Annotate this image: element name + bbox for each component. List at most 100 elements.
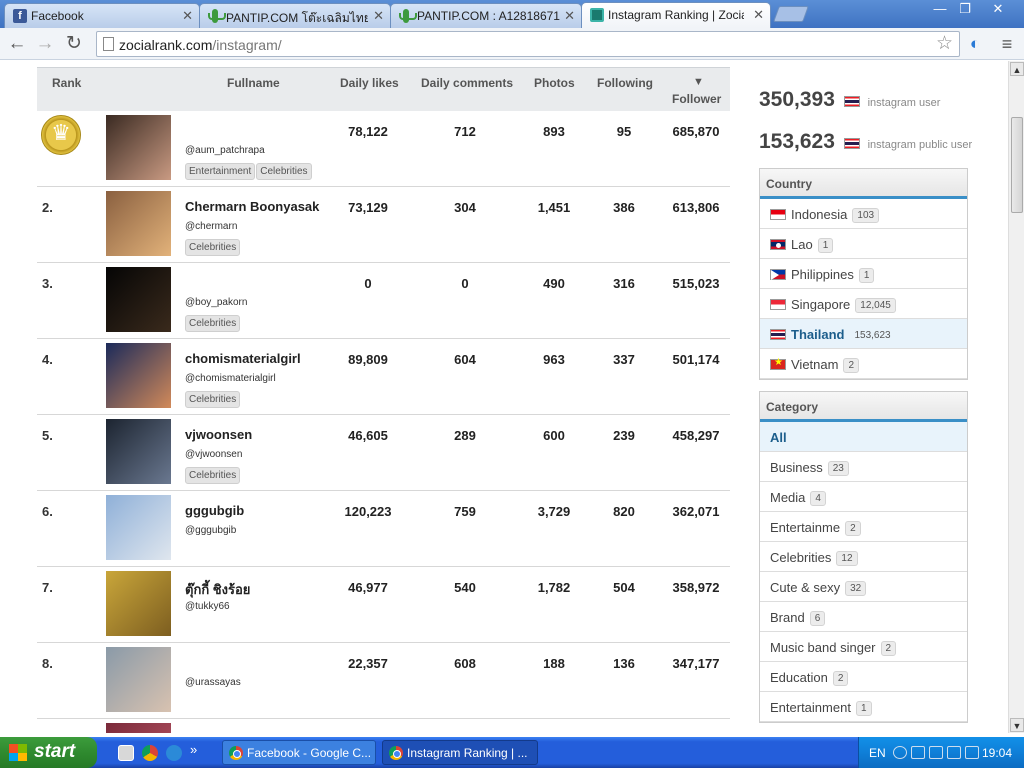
table-row[interactable]: 4. chomismaterialgirl @chomismaterialgirl C… [37, 339, 730, 415]
username-handle[interactable]: @urassayas [185, 677, 241, 688]
header-rank[interactable]: Rank [52, 76, 81, 90]
close-icon[interactable]: ✕ [373, 8, 384, 24]
bookmark-star-icon[interactable]: ☆ [936, 32, 953, 55]
country-item[interactable]: Philippines 1 [760, 259, 967, 289]
close-icon[interactable]: ✕ [182, 8, 193, 24]
country-item[interactable]: Indonesia 103 [760, 199, 967, 229]
address-bar[interactable]: zocialrank.com/instagram/ ☆ [96, 31, 960, 57]
forward-arrow-icon[interactable]: → [34, 33, 56, 55]
avatar[interactable] [106, 267, 171, 332]
category-list: All Business 23 Media 4 Entertainme 2 Celebriti… [760, 422, 967, 722]
table-row[interactable]: 3. @boy_pakorn Celebrities 0 0 490 316 515,023 [37, 263, 730, 339]
category-tag[interactable]: Celebrities [185, 239, 241, 256]
avatar[interactable] [106, 495, 171, 560]
category-item[interactable]: Business 23 [760, 452, 967, 482]
header-daily-likes[interactable]: Daily likes [340, 76, 399, 90]
maximize-button[interactable]: ❐ [951, 0, 979, 18]
back-arrow-icon[interactable]: ← [6, 33, 28, 55]
table-row[interactable]: 5. vjwoonsen @vjwoonsen Celebrities 46,605 28… [37, 415, 730, 491]
avatar[interactable] [106, 723, 171, 733]
table-row[interactable]: @aum_patchrapa EntertainmentCelebrities 78… [37, 111, 730, 187]
taskbar-item-facebook[interactable]: Facebook - Google C... [222, 740, 376, 765]
category-tag[interactable]: Celebrities [185, 467, 241, 484]
avatar[interactable] [106, 191, 171, 256]
category-item[interactable]: Music band singer 2 [760, 632, 967, 662]
table-row[interactable]: 9. Margie Balenciaga 39,394 175 903 62 343,963 [37, 719, 730, 733]
country-item[interactable]: Thailand 153,623 [760, 319, 967, 349]
extension-icon[interactable]: ◐ [964, 33, 986, 55]
table-row[interactable]: 2. Chermarn Boonyasak @chermarn Celebrities… [37, 187, 730, 263]
fullname[interactable]: Chermarn Boonyasak [185, 199, 319, 214]
menu-icon[interactable]: ≡ [996, 33, 1018, 55]
sort-desc-icon[interactable]: ▼ [693, 76, 704, 88]
scrollbar-thumb[interactable] [1011, 117, 1023, 213]
tray-arrow-icon[interactable] [893, 746, 907, 759]
table-row[interactable]: 6. gggubgib @gggubgib 120,223 759 3,729 820 362… [37, 491, 730, 567]
username-handle[interactable]: @chomismaterialgirl [185, 373, 276, 384]
reload-icon[interactable]: ↻ [63, 33, 85, 55]
category-item[interactable]: Entertainme 2 [760, 512, 967, 542]
category-item[interactable]: Media 4 [760, 482, 967, 512]
fullname[interactable]: chomismaterialgirl [185, 351, 301, 366]
tab-instagram-ranking[interactable]: Instagram Ranking | ZocialRa ✕ [581, 2, 771, 28]
category-tag[interactable]: Entertainment [185, 163, 256, 180]
count-badge: 4 [810, 491, 826, 506]
username-handle[interactable]: @vjwoonsen [185, 449, 242, 460]
category-item[interactable]: Cute & sexy 32 [760, 572, 967, 602]
avatar[interactable] [106, 571, 171, 636]
username-handle[interactable]: @tukky66 [185, 601, 230, 612]
tray-app-icon[interactable] [929, 746, 943, 759]
start-button[interactable]: start [0, 737, 97, 768]
tab-facebook[interactable]: f Facebook ✕ [4, 3, 200, 28]
header-photos[interactable]: Photos [534, 76, 575, 90]
show-desktop-icon[interactable] [118, 745, 134, 761]
quicklaunch-more-icon[interactable]: » [190, 742, 206, 758]
header-follower[interactable]: Follower [672, 92, 721, 106]
tab-pantip-1[interactable]: PANTIP.COM โต๊ะเฉลิมไทย : ภ ✕ [199, 3, 391, 28]
scroll-down-arrow-icon[interactable]: ▼ [1010, 718, 1024, 732]
header-fullname[interactable]: Fullname [227, 76, 280, 90]
fullname[interactable]: Margie Balenciaga [185, 731, 299, 733]
category-tag[interactable]: Celebrities [185, 391, 241, 408]
avatar[interactable] [106, 115, 171, 180]
vertical-scrollbar[interactable]: ▲ ▼ [1008, 61, 1024, 733]
category-item[interactable]: Celebrities 12 [760, 542, 967, 572]
internet-explorer-icon[interactable] [166, 745, 182, 761]
username-handle[interactable]: @chermarn [185, 221, 237, 232]
table-row[interactable]: 7. ตุ๊กกี้ ชิงร้อย @tukky66 46,977 540 1,782 5… [37, 567, 730, 643]
header-following[interactable]: Following [597, 76, 653, 90]
minimize-button[interactable]: — [926, 0, 954, 18]
category-tag[interactable]: Celebrities [256, 163, 312, 180]
username-handle[interactable]: @aum_patchrapa [185, 145, 265, 156]
chrome-icon[interactable] [142, 745, 158, 761]
category-item[interactable]: Entertainment 1 [760, 692, 967, 722]
category-item[interactable]: Education 2 [760, 662, 967, 692]
avatar[interactable] [106, 647, 171, 712]
tray-security-icon[interactable] [965, 746, 979, 759]
username-handle[interactable]: @gggubgib [185, 525, 236, 536]
volume-icon[interactable] [947, 746, 961, 759]
category-tag[interactable]: Celebrities [185, 315, 241, 332]
country-item[interactable]: Lao 1 [760, 229, 967, 259]
avatar[interactable] [106, 419, 171, 484]
scroll-up-arrow-icon[interactable]: ▲ [1010, 62, 1024, 76]
language-indicator[interactable]: EN [869, 746, 886, 760]
close-icon[interactable]: ✕ [753, 7, 764, 23]
close-icon[interactable]: ✕ [564, 8, 575, 24]
network-icon[interactable] [911, 746, 925, 759]
category-item[interactable]: Brand 6 [760, 602, 967, 632]
header-daily-comments[interactable]: Daily comments [421, 76, 513, 90]
country-item[interactable]: Vietnam 2 [760, 349, 967, 379]
avatar[interactable] [106, 343, 171, 408]
country-item[interactable]: Singapore 12,045 [760, 289, 967, 319]
fullname[interactable]: vjwoonsen [185, 427, 252, 442]
fullname[interactable]: gggubgib [185, 503, 244, 518]
table-row[interactable]: 8. @urassayas 22,357 608 188 136 347,177 [37, 643, 730, 719]
tab-pantip-2[interactable]: PANTIP.COM : A12818671 To ✕ [390, 3, 582, 28]
username-handle[interactable]: @boy_pakorn [185, 297, 247, 308]
new-tab-button[interactable] [773, 6, 809, 22]
close-window-button[interactable]: ✕ [984, 0, 1012, 18]
taskbar-item-instagram-ranking[interactable]: Instagram Ranking | ... [382, 740, 538, 765]
category-item[interactable]: All [760, 422, 967, 452]
fullname[interactable]: ตุ๊กกี้ ชิงร้อย [185, 579, 250, 600]
